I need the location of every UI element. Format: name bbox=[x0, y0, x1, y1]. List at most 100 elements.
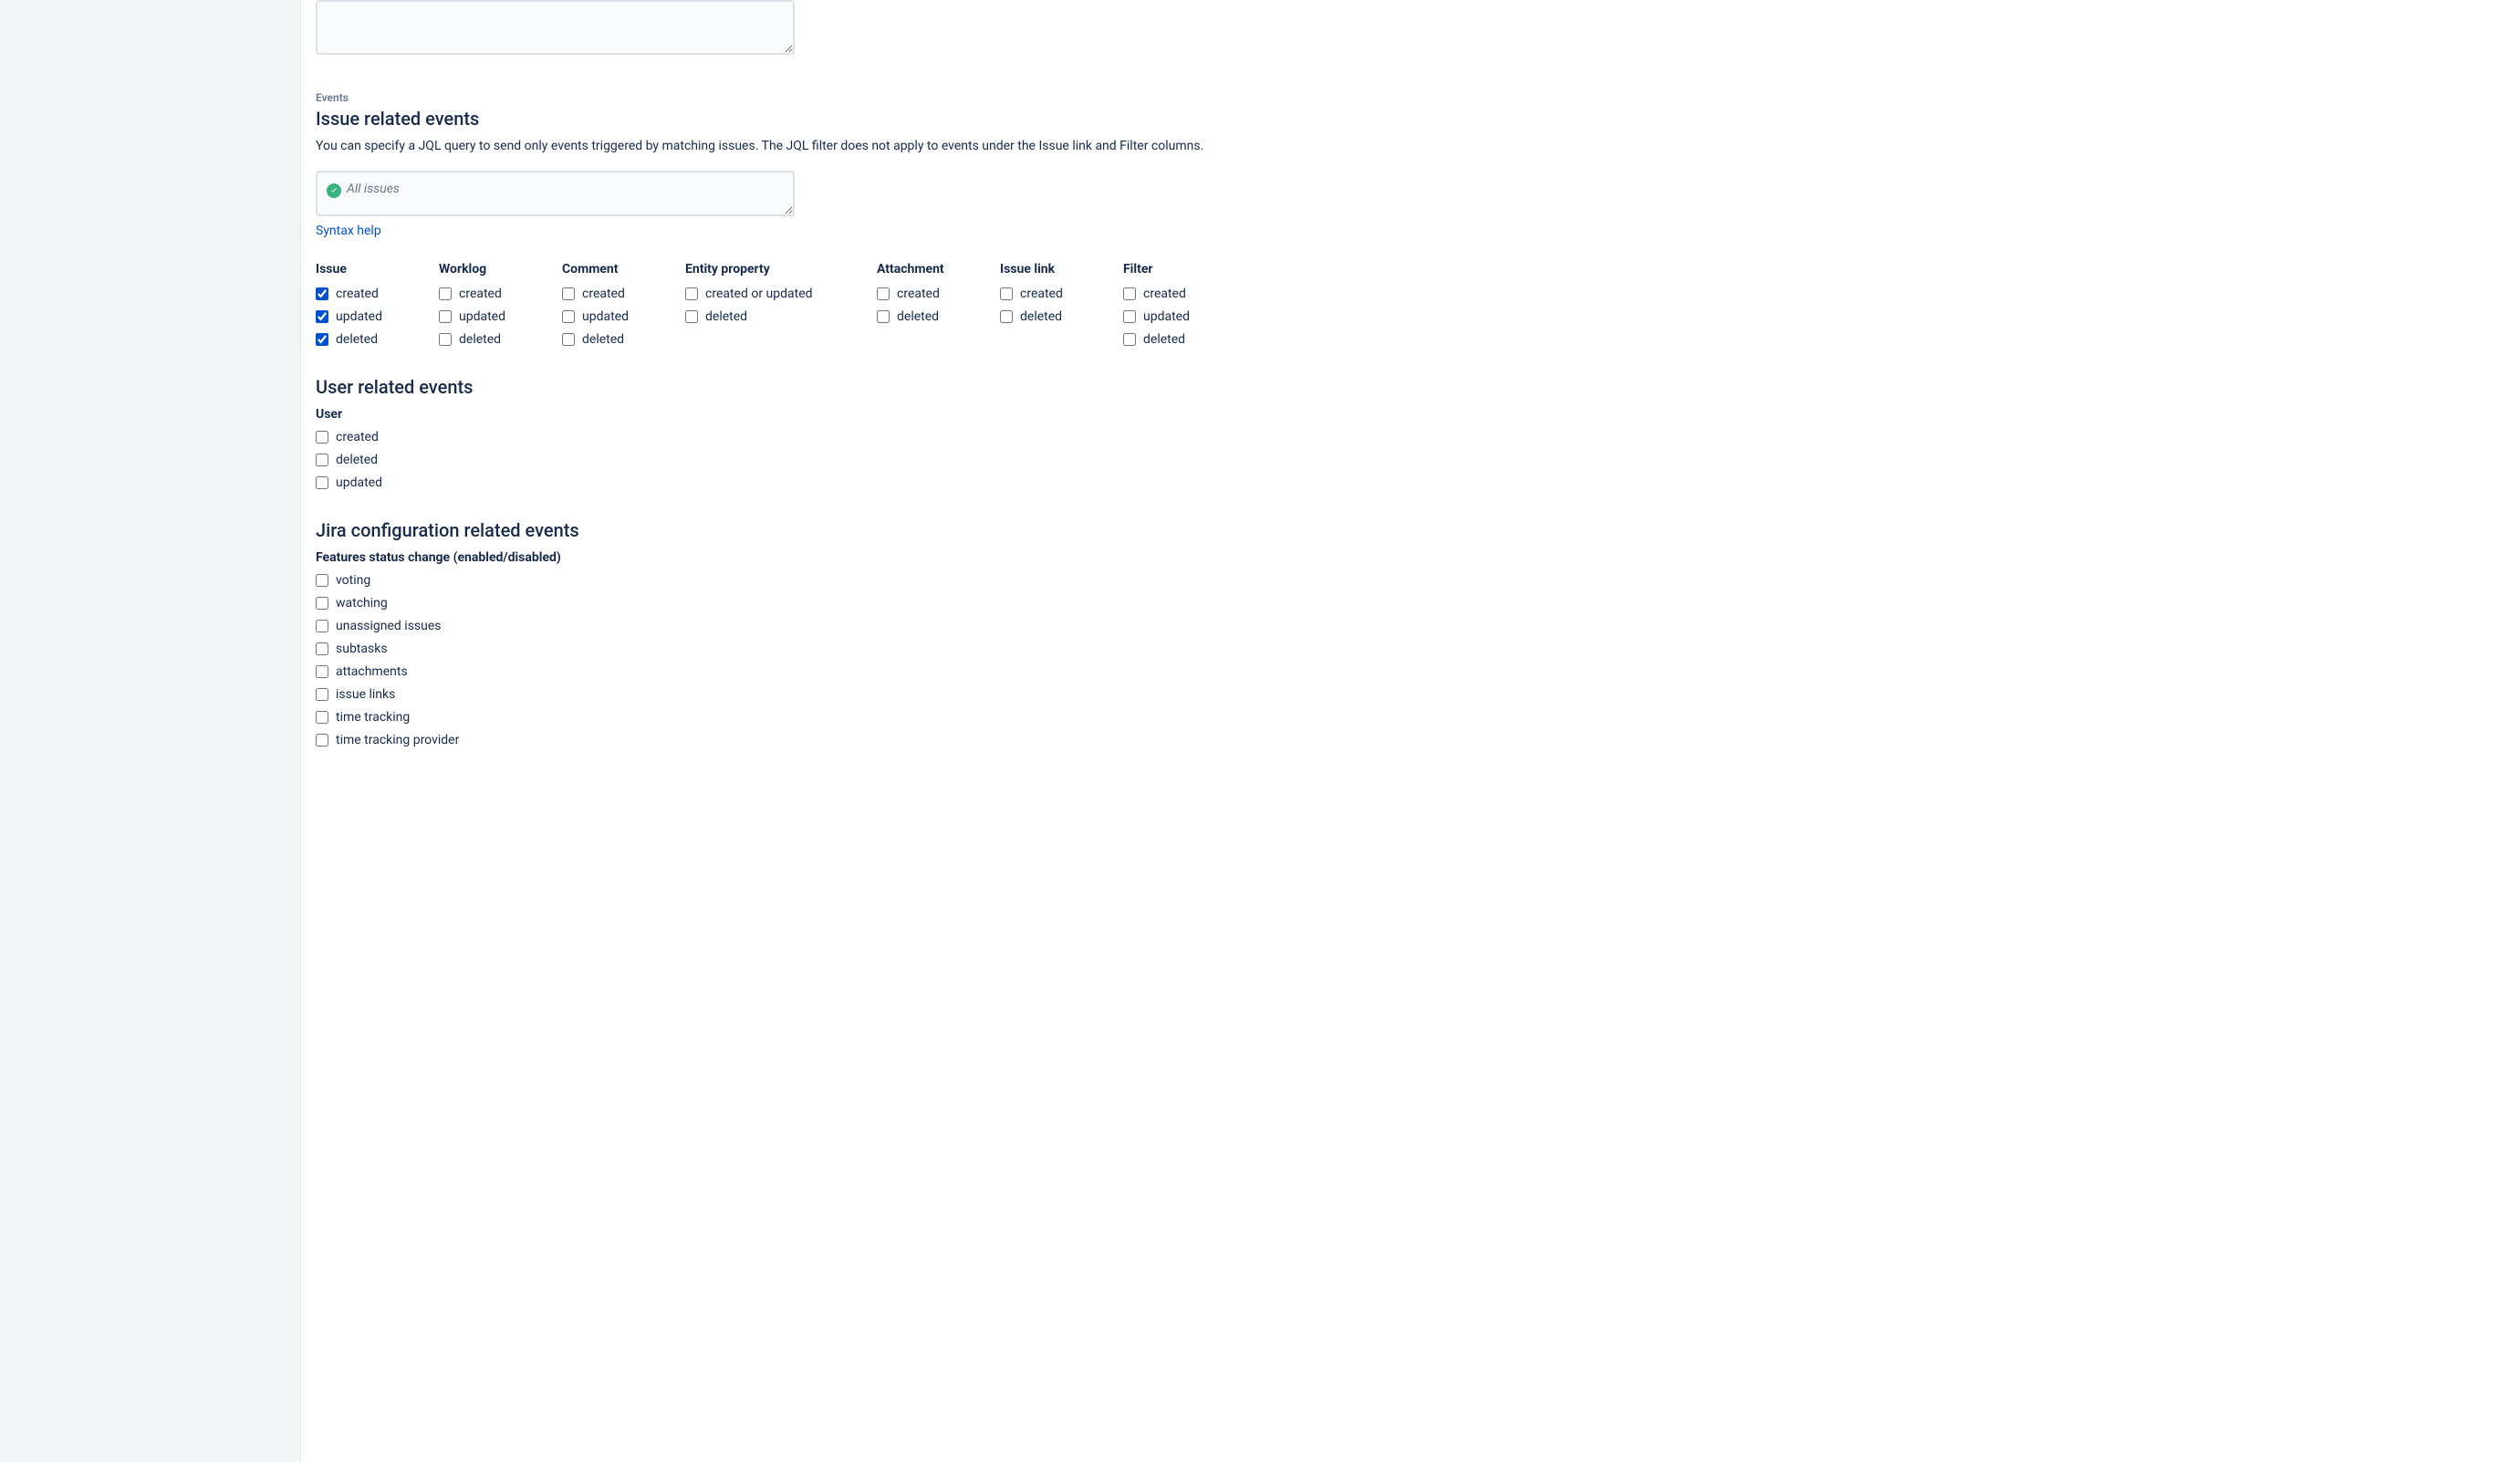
checkbox-label[interactable]: created bbox=[336, 285, 379, 303]
jira-config-heading: Jira configuration related events bbox=[316, 519, 2520, 541]
checkbox-label[interactable]: time tracking provider bbox=[336, 731, 459, 749]
checkbox-label[interactable]: updated bbox=[459, 308, 505, 326]
checkbox-row-feature-0: voting bbox=[316, 569, 2520, 591]
checkbox-label[interactable]: issue links bbox=[336, 685, 395, 704]
checkbox-label[interactable]: deleted bbox=[459, 330, 501, 349]
checkbox-label[interactable]: updated bbox=[336, 308, 382, 326]
checkbox-row-issue-0: created bbox=[316, 282, 430, 305]
checkbox-row-filter-2: deleted bbox=[1123, 328, 1237, 350]
checkbox-label[interactable]: subtasks bbox=[336, 640, 388, 658]
checkbox-user-deleted[interactable] bbox=[316, 454, 328, 466]
column-header-attachment: Attachment bbox=[877, 260, 991, 278]
checkbox-label[interactable]: deleted bbox=[705, 308, 747, 326]
checkbox-user-created[interactable] bbox=[316, 431, 328, 444]
checkbox-row-worklog-2: deleted bbox=[439, 328, 553, 350]
jql-placeholder: All issues bbox=[347, 182, 400, 196]
checkbox-issue-created[interactable] bbox=[316, 287, 328, 300]
syntax-help-link[interactable]: Syntax help bbox=[316, 224, 381, 238]
user-events-heading: User related events bbox=[316, 376, 2520, 398]
column-header-filter: Filter bbox=[1123, 260, 1237, 278]
checkbox-row-user-1: deleted bbox=[316, 448, 2520, 471]
issue-events-description: You can specify a JQL query to send only… bbox=[316, 137, 2520, 156]
sidebar bbox=[0, 0, 301, 1462]
issue-events-columns: IssuecreatedupdateddeletedWorklogcreated… bbox=[316, 260, 2520, 350]
checkbox-row-user-2: updated bbox=[316, 471, 2520, 494]
checkbox-issue-updated[interactable] bbox=[316, 310, 328, 323]
checkbox-filter-deleted[interactable] bbox=[1123, 333, 1136, 346]
checkbox-row-comment-2: deleted bbox=[562, 328, 676, 350]
checkbox-user-updated[interactable] bbox=[316, 476, 328, 489]
checkbox-row-feature-1: watching bbox=[316, 591, 2520, 614]
checkbox-label[interactable]: created bbox=[1143, 285, 1186, 303]
checkbox-feature-subtasks[interactable] bbox=[316, 642, 328, 655]
checkbox-attachment-created[interactable] bbox=[877, 287, 890, 300]
column-attachment: Attachment created deleted bbox=[877, 260, 1000, 350]
checkbox-row-comment-1: updated bbox=[562, 305, 676, 328]
checkbox-label[interactable]: unassigned issues bbox=[336, 617, 442, 635]
checkbox-label[interactable]: deleted bbox=[1020, 308, 1062, 326]
checkbox-worklog-created[interactable] bbox=[439, 287, 452, 300]
checkbox-label[interactable]: deleted bbox=[1143, 330, 1185, 349]
checkbox-row-feature-7: time tracking provider bbox=[316, 728, 2520, 751]
checkbox-row-feature-6: time tracking bbox=[316, 705, 2520, 728]
main-content: Events Issue related events You can spec… bbox=[301, 0, 2520, 1462]
checkbox-entity-property-deleted[interactable] bbox=[685, 310, 698, 323]
column-issue-link: Issue linkcreateddeleted bbox=[1000, 260, 1123, 350]
checkbox-comment-created[interactable] bbox=[562, 287, 575, 300]
checkbox-label[interactable]: deleted bbox=[582, 330, 624, 349]
column-filter: Filter created updated deleted bbox=[1123, 260, 1246, 350]
checkbox-label[interactable]: deleted bbox=[336, 451, 378, 469]
checkbox-feature-unassigned-issues[interactable] bbox=[316, 620, 328, 632]
checkbox-row-feature-5: issue links bbox=[316, 683, 2520, 705]
checkbox-label[interactable]: attachments bbox=[336, 663, 408, 681]
checkbox-worklog-deleted[interactable] bbox=[439, 333, 452, 346]
checkbox-issue-link-created[interactable] bbox=[1000, 287, 1013, 300]
checkbox-label[interactable]: deleted bbox=[336, 330, 378, 349]
checkbox-label[interactable]: watching bbox=[336, 594, 388, 612]
checkbox-label[interactable]: time tracking bbox=[336, 708, 410, 726]
column-header-issue: Issue bbox=[316, 260, 430, 278]
checkbox-label[interactable]: updated bbox=[582, 308, 629, 326]
checkbox-row-feature-3: subtasks bbox=[316, 637, 2520, 660]
checkbox-label[interactable]: deleted bbox=[897, 308, 939, 326]
checkbox-feature-time-tracking[interactable] bbox=[316, 711, 328, 724]
checkbox-filter-created[interactable] bbox=[1123, 287, 1136, 300]
checkbox-filter-updated[interactable] bbox=[1123, 310, 1136, 323]
checkbox-entity-property-created-or-updated[interactable] bbox=[685, 287, 698, 300]
checkbox-label[interactable]: created bbox=[582, 285, 625, 303]
checkbox-row-worklog-1: updated bbox=[439, 305, 553, 328]
checkbox-row-issue-link-1: deleted bbox=[1000, 305, 1114, 328]
checkbox-label[interactable]: created bbox=[459, 285, 502, 303]
checkbox-feature-time-tracking-provider[interactable] bbox=[316, 734, 328, 747]
checkbox-issue-link-deleted[interactable] bbox=[1000, 310, 1013, 323]
checkbox-row-user-0: created bbox=[316, 425, 2520, 448]
top-textarea[interactable] bbox=[316, 0, 795, 55]
column-comment: Commentcreatedupdateddeleted bbox=[562, 260, 685, 350]
checkbox-row-worklog-0: created bbox=[439, 282, 553, 305]
checkbox-issue-deleted[interactable] bbox=[316, 333, 328, 346]
checkbox-row-issue-2: deleted bbox=[316, 328, 430, 350]
checkbox-label[interactable]: created bbox=[336, 428, 379, 446]
jql-input[interactable]: All issues bbox=[316, 171, 795, 216]
column-header-entity-property: Entity property bbox=[685, 260, 868, 278]
user-group-header: User bbox=[316, 407, 2520, 422]
checkbox-label[interactable]: created bbox=[1020, 285, 1063, 303]
checkbox-feature-voting[interactable] bbox=[316, 574, 328, 587]
checkbox-feature-issue-links[interactable] bbox=[316, 688, 328, 701]
checkbox-row-attachment-1: deleted bbox=[877, 305, 991, 328]
checkbox-comment-updated[interactable] bbox=[562, 310, 575, 323]
checkbox-row-entity-property-0: created or updated bbox=[685, 282, 868, 305]
checkbox-label[interactable]: voting bbox=[336, 571, 370, 590]
checkbox-label[interactable]: updated bbox=[1143, 308, 1190, 326]
checkbox-row-feature-2: unassigned issues bbox=[316, 614, 2520, 637]
checkbox-worklog-updated[interactable] bbox=[439, 310, 452, 323]
column-entity-property: Entity property created or updated deleted bbox=[685, 260, 877, 350]
checkbox-label[interactable]: created bbox=[897, 285, 940, 303]
checkbox-feature-attachments[interactable] bbox=[316, 665, 328, 678]
checkbox-feature-watching[interactable] bbox=[316, 597, 328, 610]
checkbox-comment-deleted[interactable] bbox=[562, 333, 575, 346]
checkbox-row-issue-link-0: created bbox=[1000, 282, 1114, 305]
checkbox-label[interactable]: updated bbox=[336, 474, 382, 492]
checkbox-attachment-deleted[interactable] bbox=[877, 310, 890, 323]
checkbox-label[interactable]: created or updated bbox=[705, 285, 813, 303]
